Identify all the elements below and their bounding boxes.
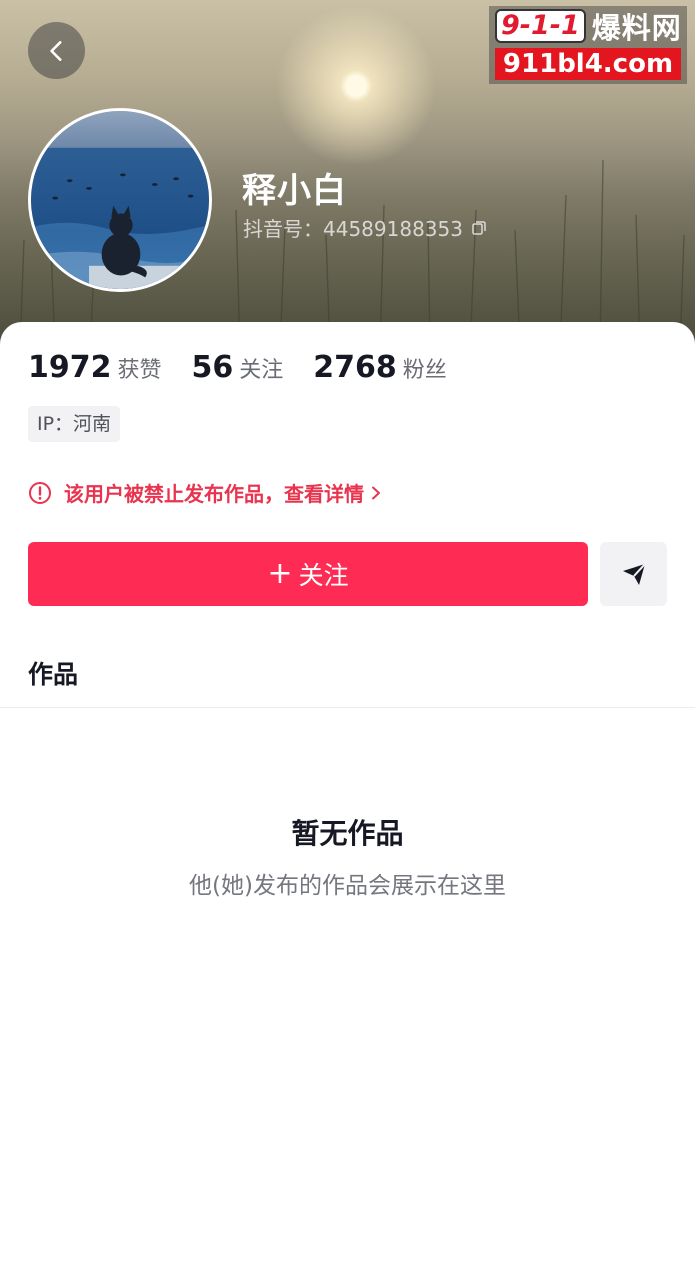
profile-banner: 9-1-1 爆料网 911bl4.com 释小白 抖音号：44589188353 (0, 0, 695, 345)
ip-location-tag: IP：河南 (28, 406, 121, 442)
douyin-id-text: 抖音号：44589188353 (243, 217, 463, 241)
chevron-right-icon (372, 486, 380, 499)
profile-card: 1972 获赞 56 关注 2768 粉丝 IP：河南 该用户被禁止发布作品，查… (0, 322, 695, 1280)
avatar[interactable] (28, 108, 212, 292)
follow-button[interactable]: + 关注 (28, 542, 588, 606)
following-label: 关注 (239, 358, 284, 383)
warning-icon (29, 481, 51, 504)
avatar-image (31, 111, 209, 289)
copy-icon[interactable] (471, 220, 487, 236)
stat-following[interactable]: 56 关注 (192, 350, 284, 385)
stats-row: 1972 获赞 56 关注 2768 粉丝 (28, 350, 477, 385)
watermark-number: 9-1-1 (495, 9, 586, 43)
tab-works[interactable]: 作品 (28, 655, 78, 691)
watermark: 9-1-1 爆料网 911bl4.com (489, 6, 687, 84)
tab-divider (0, 707, 695, 708)
stat-likes[interactable]: 1972 获赞 (28, 350, 162, 385)
share-icon (622, 563, 646, 585)
share-button[interactable] (600, 542, 667, 606)
empty-state-title: 暂无作品 (291, 817, 404, 850)
followers-label: 粉丝 (402, 358, 447, 383)
watermark-domain: 911bl4.com (495, 48, 681, 80)
back-button[interactable] (28, 22, 85, 79)
douyin-id: 抖音号：44589188353 (243, 213, 487, 242)
likes-count: 1972 (28, 350, 112, 385)
empty-state-subtitle: 他(她)发布的作品会展示在这里 (189, 873, 506, 899)
ban-notice[interactable]: 该用户被禁止发布作品，查看详情 (28, 478, 382, 507)
followers-count: 2768 (313, 350, 397, 385)
stat-followers[interactable]: 2768 粉丝 (313, 350, 447, 385)
ban-notice-text: 该用户被禁止发布作品，查看详情 (64, 482, 364, 506)
plus-icon: + (267, 556, 293, 591)
watermark-text: 爆料网 (591, 11, 682, 45)
following-count: 56 (191, 350, 234, 385)
nickname: 释小白 (242, 171, 347, 211)
follow-button-label: 关注 (298, 561, 349, 590)
likes-label: 获赞 (117, 358, 162, 383)
back-arrow-icon (49, 40, 62, 61)
